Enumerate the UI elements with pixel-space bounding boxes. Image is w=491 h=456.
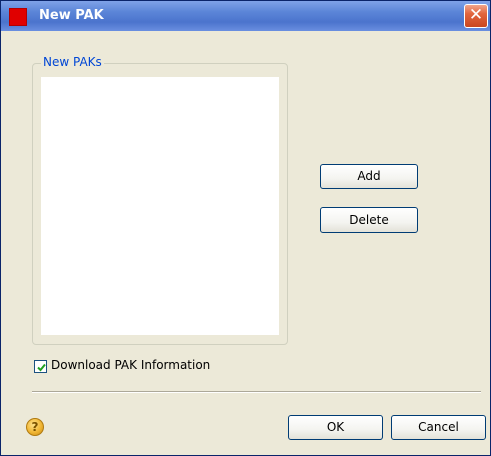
help-icon[interactable]: ? — [26, 418, 44, 436]
download-pak-information-label[interactable]: Download PAK Information — [51, 358, 210, 372]
add-button[interactable]: Add — [320, 164, 418, 189]
close-button[interactable]: ✕ — [464, 4, 488, 28]
app-icon — [9, 8, 27, 26]
new-pak-dialog: New PAK ✕ New PAKs Add Delete Download P… — [0, 0, 491, 456]
ok-button[interactable]: OK — [288, 415, 383, 440]
separator — [32, 391, 481, 393]
cancel-button[interactable]: Cancel — [391, 415, 486, 440]
window-title: New PAK — [39, 8, 104, 23]
checkmark-icon — [37, 363, 46, 372]
download-pak-information-checkbox[interactable] — [34, 360, 47, 373]
new-paks-group-label: New PAKs — [41, 55, 104, 69]
title-bar[interactable]: New PAK ✕ — [1, 1, 490, 31]
delete-button[interactable]: Delete — [320, 207, 418, 233]
new-paks-list[interactable] — [41, 77, 279, 335]
